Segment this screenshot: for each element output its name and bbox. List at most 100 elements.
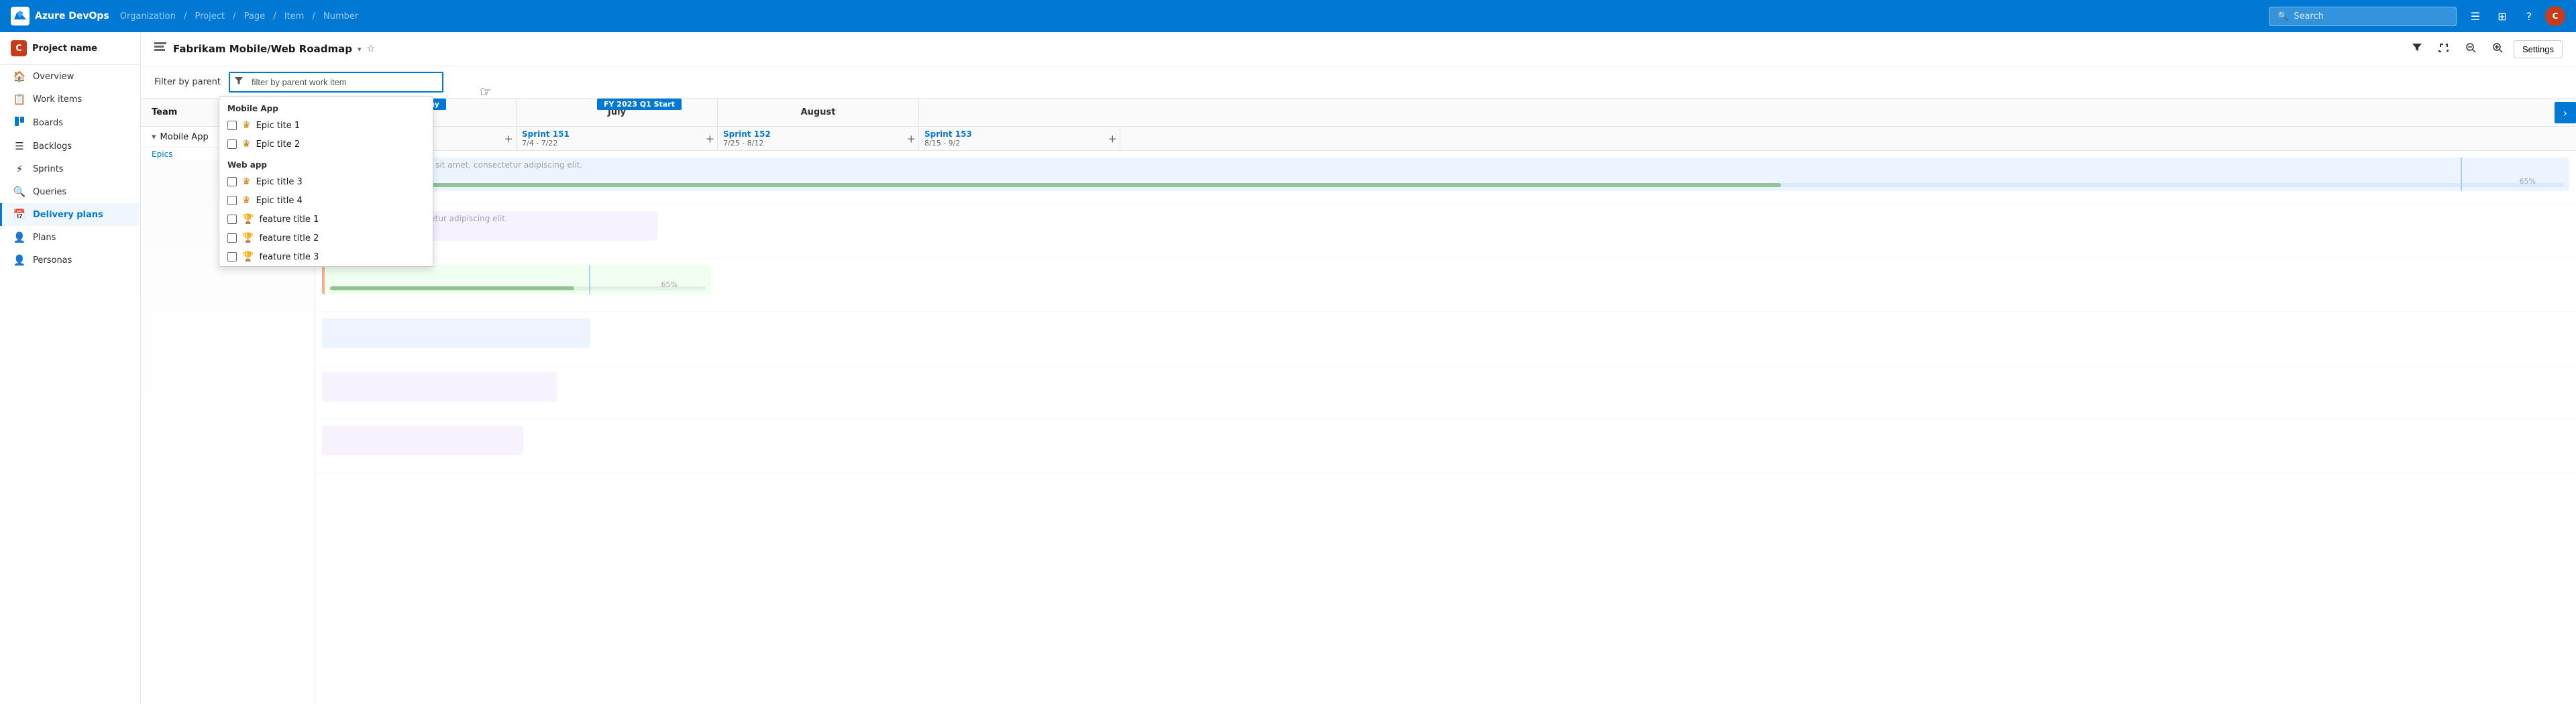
grid-icon[interactable]: ⊞ [2491,5,2513,27]
sprint-152-label[interactable]: Sprint 152 [723,129,913,139]
sprint-151-add[interactable]: + [706,132,714,145]
team-name: Mobile App [160,132,209,142]
filter-icon-btn[interactable] [2406,39,2428,59]
team-column-label: Team [152,107,177,117]
sprint-151-label[interactable]: Sprint 151 [522,129,712,139]
sprint-151-dates: 7/4 - 7/22 [522,139,712,148]
gantt-timeline-header: today FY 2023 Q1 Start June July August … [315,99,2576,127]
page-header: Fabrikam Mobile/Web Roadmap ▾ ☆ Settings [141,32,2576,66]
top-nav: Azure DevOps Organization / Project / Pa… [0,0,2576,32]
filter-input-wrapper [229,72,443,93]
chevron-down-icon[interactable]: ▾ [358,45,362,54]
app-name: Azure DevOps [35,11,109,21]
dropdown-item-feature1[interactable]: 🏆 feature title 1 [219,210,433,229]
app-logo[interactable]: Azure DevOps [11,7,109,25]
dropdown-label-feature3: feature title 3 [259,252,319,262]
progress-bg-1 [327,183,2564,187]
fy-marker: FY 2023 Q1 Start [597,99,682,110]
sidebar-item-overview[interactable]: 🏠 Overview [0,65,140,88]
dropdown-item-epic2[interactable]: ♛ Epic tite 2 [219,135,433,154]
dropdown-item-epic1[interactable]: ♛ Epic tite 1 [219,116,433,135]
filter-input[interactable] [229,72,443,93]
sidebar-label-queries: Queries [33,187,66,197]
sidebar-item-boards[interactable]: Boards [0,111,140,135]
checkbox-epic3[interactable] [227,177,237,186]
sprint-151-header: Sprint 151 7/4 - 7/22 + [517,127,718,150]
sprint-153-label[interactable]: Sprint 153 [924,129,1114,139]
gantt-row-feature3 [315,365,2576,419]
avatar[interactable]: C [2545,6,2565,26]
zoom-out-icon[interactable] [2460,39,2481,59]
dropdown-label-epic2: Epic tite 2 [256,139,301,150]
epic-bar-2[interactable] [322,318,590,348]
progress-pct-1: 65% [2520,177,2536,186]
dropdown-label-epic3: Epic title 3 [256,177,303,187]
feature-bar-4[interactable] [322,426,523,455]
gantt-row-feature1: m dolor sit amet, consectetur adipiscing… [315,204,2576,258]
feature-bar-3[interactable] [322,372,557,402]
dropdown-label-feature1: feature title 1 [259,215,319,225]
progress-pct-2: 65% [661,280,678,289]
gantt-row-epic2 [315,312,2576,365]
sidebar-item-plans[interactable]: 👤 Plans [0,226,140,249]
settings-button[interactable]: Settings [2514,40,2563,58]
checkbox-epic1[interactable] [227,121,237,130]
search-placeholder: Search [2294,11,2324,21]
dropdown-item-feature3[interactable]: 🏆 feature title 3 [219,247,433,266]
sidebar-item-backlogs[interactable]: ☰ Backlogs [0,135,140,158]
logo-icon [11,7,30,25]
next-month-arrow[interactable]: › [2555,102,2576,123]
sprint-152-add[interactable]: + [907,132,916,145]
filter-label: Filter by parent [154,77,221,87]
favorite-icon[interactable]: ☆ [367,44,376,54]
sidebar-item-queries[interactable]: 🔍 Queries [0,180,140,203]
progress-fill-2 [330,286,574,290]
sidebar-project[interactable]: C Project name [0,32,140,65]
team-expand-icon[interactable]: ▾ [152,132,156,142]
dropdown-item-feature2[interactable]: 🏆 feature title 2 [219,229,433,247]
page-title: Fabrikam Mobile/Web Roadmap ▾ ☆ [173,43,2400,55]
search-icon: 🔍 [2277,11,2288,21]
sprint-marker-1 [2461,158,2462,191]
dropdown-group-mobile-app: Mobile App [219,97,433,116]
sidebar: C Project name 🏠 Overview 📋 Work items B… [0,32,141,704]
checkbox-feature2[interactable] [227,233,237,243]
nav-icons: ☰ ⊞ ? C [2465,5,2565,27]
header-actions: Settings [2406,39,2563,59]
checkbox-feature3[interactable] [227,252,237,261]
feature-bar-2[interactable]: 65% [322,265,711,294]
checkbox-epic4[interactable] [227,196,237,205]
sidebar-label-backlogs: Backlogs [33,141,72,152]
sprint-headers: Sprint 150 6/13 - 7/1 + Sprint 151 7/4 -… [315,127,2576,151]
sidebar-item-delivery-plans[interactable]: 📅 Delivery plans [0,203,140,226]
sprint-153-add[interactable]: + [1108,132,1117,145]
search-bar[interactable]: 🔍 Search [2269,7,2457,26]
sidebar-item-sprints[interactable]: ⚡ Sprints [0,158,140,180]
checkbox-feature1[interactable] [227,215,237,224]
fy-badge: FY 2023 Q1 Start [597,99,682,110]
sidebar-item-work-items[interactable]: 📋 Work items [0,88,140,111]
dropdown-label-feature2: feature title 2 [259,233,319,243]
epic-icon-3: ♛ [242,176,251,187]
project-name: Project name [32,44,97,54]
zoom-in-icon[interactable] [2487,39,2508,59]
sidebar-label-work-items: Work items [33,95,82,105]
dropdown-group-web-app: Web app [219,154,433,172]
gantt-row-feature2: 65% [315,258,2576,312]
list-icon[interactable]: ☰ [2465,5,2486,27]
sidebar-item-personas[interactable]: 👤 Personas [0,249,140,272]
sprints-icon: ⚡ [13,163,26,175]
expand-icon-btn[interactable] [2433,39,2455,59]
dropdown-item-epic3[interactable]: ♛ Epic title 3 [219,172,433,191]
checkbox-epic2[interactable] [227,139,237,149]
dropdown-item-epic4[interactable]: ♛ Epic title 4 [219,191,433,210]
epic-bar-1[interactable]: ic title: Lorem ipsum dolor sit amet, co… [322,158,2569,191]
project-icon: C [11,40,27,56]
sprint-153-dates: 8/15 - 9/2 [924,139,1114,148]
sprint-150-add[interactable]: + [504,132,513,145]
feature-icon-3: 🏆 [242,251,254,262]
help-icon[interactable]: ? [2518,5,2540,27]
feature-icon-2: 🏆 [242,233,254,243]
page-title-text: Fabrikam Mobile/Web Roadmap [173,43,352,55]
dropdown-label-epic1: Epic tite 1 [256,121,301,131]
